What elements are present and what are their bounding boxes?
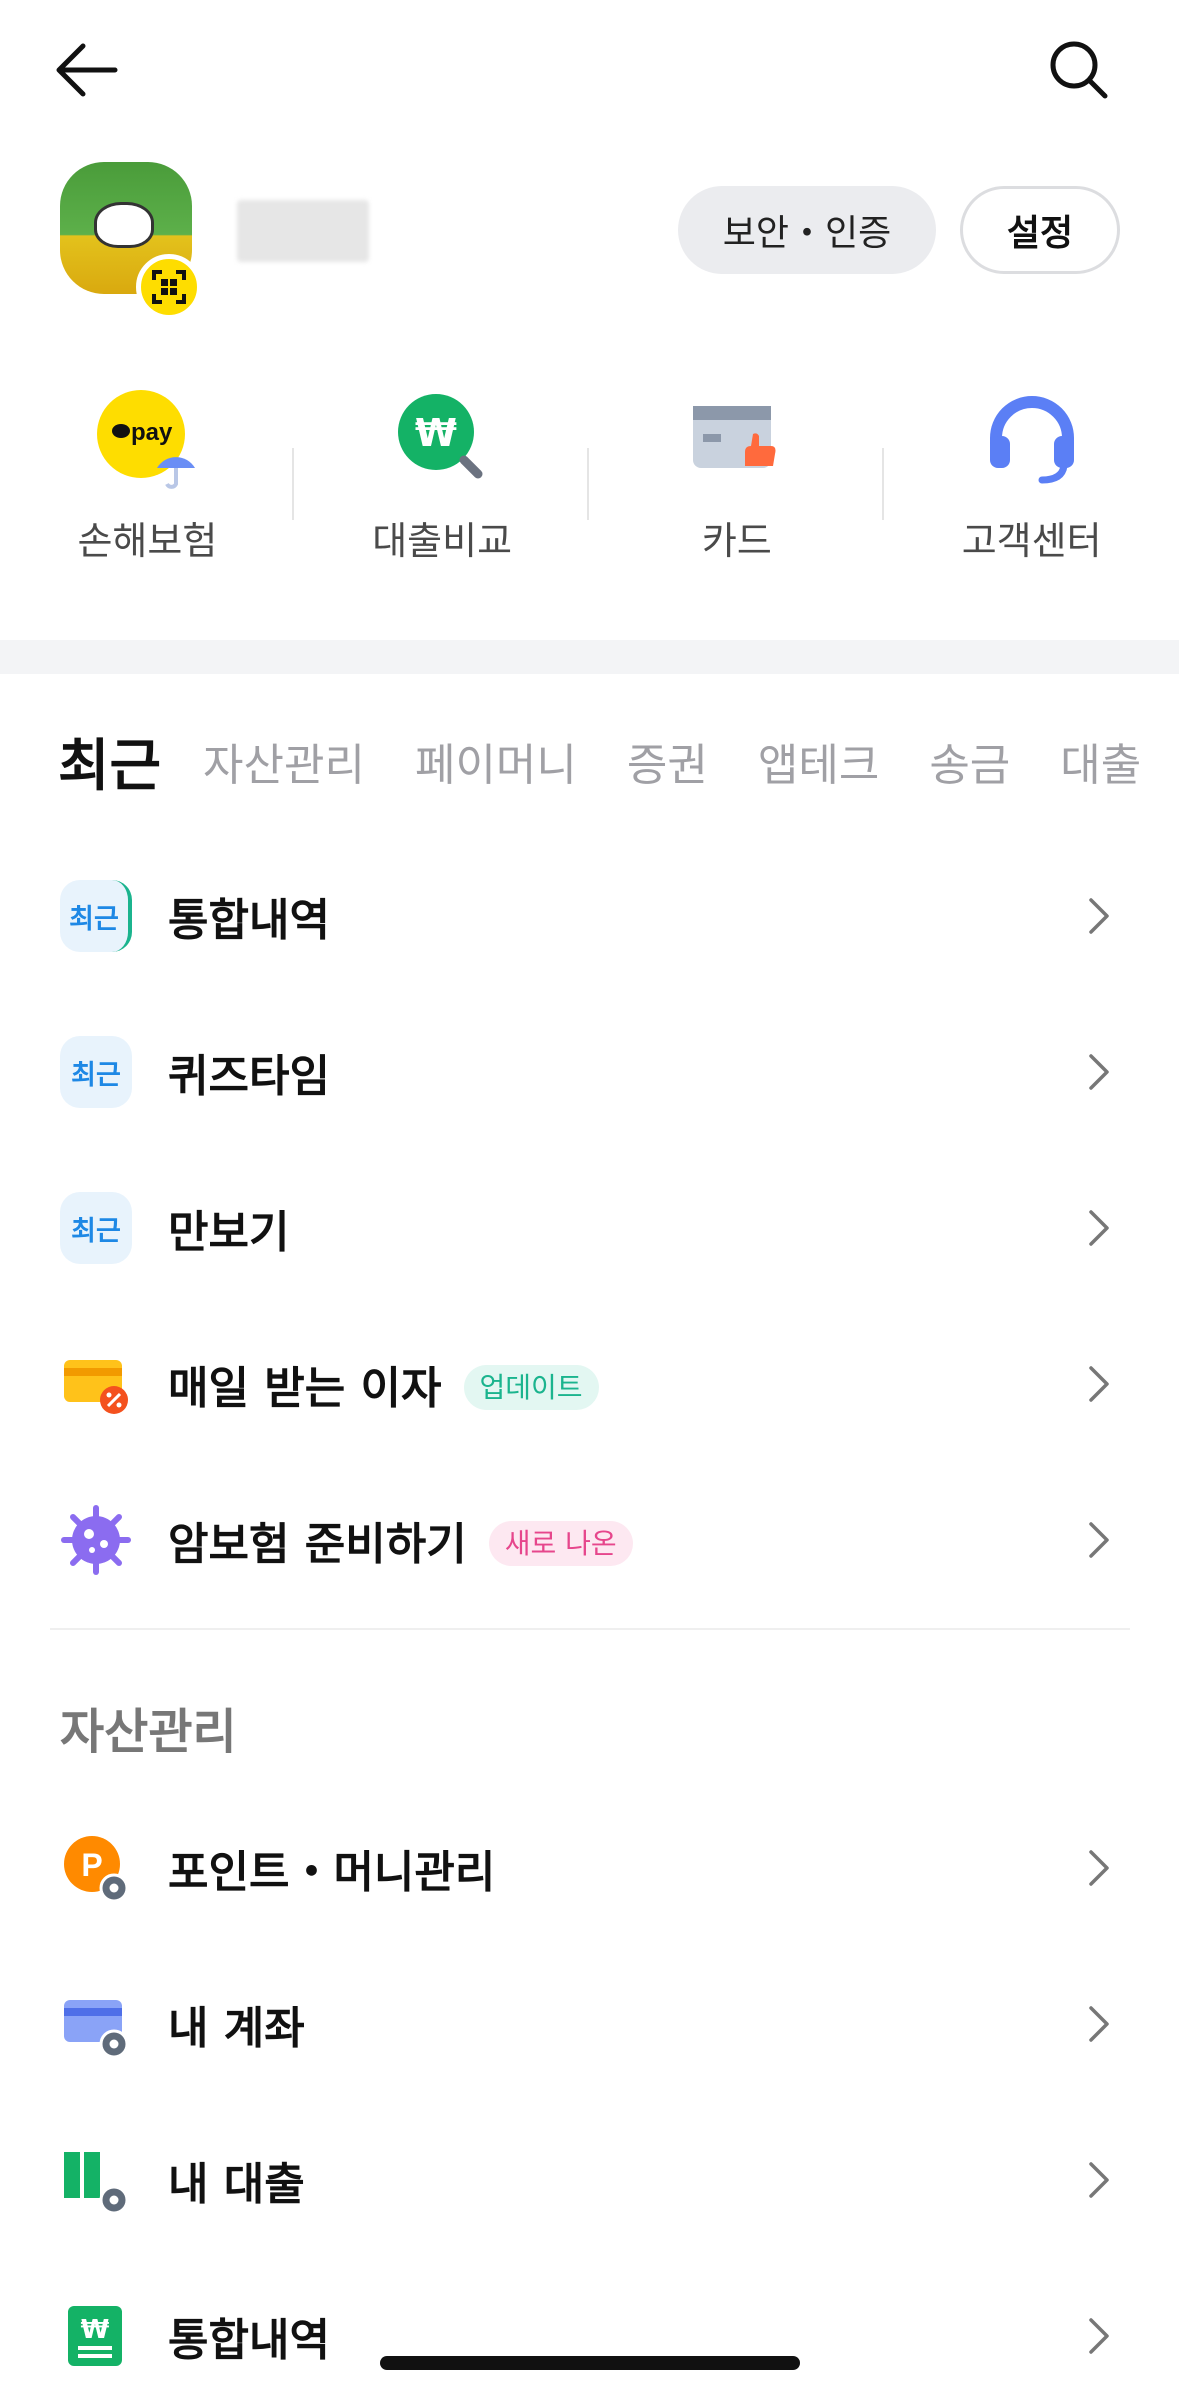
back-button[interactable] [46,30,126,110]
home-indicator[interactable] [380,2356,800,2370]
profile-row: 보안・인증 설정 [0,150,1179,340]
new-badge: 새로 나온 [488,1521,633,1566]
item-label: 만보기 [168,1207,290,1258]
qr-scan-button[interactable] [136,254,202,320]
divider [881,448,884,520]
qr-scan-icon [152,270,186,304]
svg-text:₩: ₩ [81,2315,110,2345]
recent-badge-icon: 최근 [60,880,132,952]
shortcut-label: 손해보험 [77,519,218,563]
settings-button[interactable]: 설정 [960,186,1120,274]
item-label: 내 계좌 [168,2003,305,2054]
pay-insurance-icon: pay [97,390,197,490]
shortcut-insurance[interactable]: pay 손해보험 [0,380,295,590]
list-item[interactable]: 최근 통합내역 [0,838,1179,994]
chevron-right-icon [1077,2158,1121,2202]
chevron-right-icon [1077,894,1121,938]
section-band [0,640,1179,674]
svg-text:₩: ₩ [415,411,457,455]
category-tabs: 최근 자산관리 페이머니 증권 앱테크 송금 대출 [58,726,1179,797]
recent-badge-icon: 최근 [60,1192,132,1264]
interest-card-icon [60,1348,132,1420]
point-gear-icon: P [60,1832,132,1904]
list-item[interactable]: 최근 만보기 [0,1150,1179,1306]
list-item[interactable]: 매일 받는 이자 업데이트 [0,1306,1179,1462]
search-icon [1050,41,1108,99]
recent-list: 최근 통합내역 최근 퀴즈타임 최근 만보기 매일 받는 이자 업데이트 암보험… [0,838,1179,1618]
item-label: 통합내역 [168,2315,330,2366]
top-bar [0,0,1179,140]
chevron-right-icon [1077,1518,1121,1562]
chevron-right-icon [1077,1050,1121,1094]
virus-icon [60,1504,132,1576]
update-badge: 업데이트 [463,1365,599,1410]
list-item[interactable]: ₩ 통합내역 [0,2258,1179,2396]
shortcut-bar: pay 손해보험 ₩ 대출비교 카드 고객센터 [0,380,1179,590]
user-name-redacted [237,200,369,262]
won-ledger-icon: ₩ [60,2300,132,2372]
tab-assets[interactable]: 자산관리 [203,729,365,793]
search-button[interactable] [1039,30,1119,110]
tab-loan[interactable]: 대출 [1060,729,1141,793]
loan-compare-icon: ₩ [392,390,492,490]
loan-gear-icon [60,2144,132,2216]
tab-transfer[interactable]: 송금 [929,729,1010,793]
list-item[interactable]: 최근 퀴즈타임 [0,994,1179,1150]
section-title-assets: 자산관리 [60,1704,237,1760]
item-label: 퀴즈타임 [168,1051,330,1102]
tab-securities[interactable]: 증권 [627,729,708,793]
asset-list: P 포인트・머니관리 내 계좌 내 대출 ₩ 통합내역 [0,1790,1179,2396]
list-divider [50,1628,1130,1630]
shortcut-label: 카드 [701,519,772,563]
dog-illustration [94,202,154,248]
shortcut-label: 대출비교 [372,519,513,563]
chevron-right-icon [1077,1362,1121,1406]
tab-apptech[interactable]: 앱테크 [758,729,879,793]
tab-paymoney[interactable]: 페이머니 [415,729,577,793]
headset-icon [982,390,1082,490]
item-label: 암보험 준비하기 새로 나온 [168,1508,633,1572]
shortcut-customer-center[interactable]: 고객센터 [884,380,1179,590]
recent-badge-icon: 최근 [60,1036,132,1108]
shortcut-label: 고객센터 [961,519,1102,563]
list-item[interactable]: P 포인트・머니관리 [0,1790,1179,1946]
chevron-right-icon [1077,2314,1121,2358]
chevron-right-icon [1077,1206,1121,1250]
item-label: 통합내역 [168,895,330,946]
item-label-text: 암보험 준비하기 [168,1519,467,1570]
divider [292,448,294,520]
card-icon [687,390,787,490]
tab-recent[interactable]: 최근 [58,726,161,797]
item-label: 매일 받는 이자 업데이트 [168,1352,599,1416]
list-item[interactable]: 내 대출 [0,2102,1179,2258]
list-item[interactable]: 내 계좌 [0,1946,1179,2102]
svg-text:P: P [81,1847,102,1883]
shortcut-loan-compare[interactable]: ₩ 대출비교 [295,380,590,590]
chevron-right-icon [1077,1846,1121,1890]
divider [586,448,589,520]
item-label: 내 대출 [168,2159,305,2210]
account-gear-icon [60,1988,132,2060]
svg-text:pay: pay [131,419,173,446]
item-label: 포인트・머니관리 [168,1847,496,1898]
list-item[interactable]: 암보험 준비하기 새로 나온 [0,1462,1179,1618]
arrow-left-icon [56,43,118,97]
shortcut-card[interactable]: 카드 [590,380,885,590]
security-auth-button[interactable]: 보안・인증 [678,186,936,274]
item-label-text: 매일 받는 이자 [168,1363,442,1414]
chevron-right-icon [1077,2002,1121,2046]
